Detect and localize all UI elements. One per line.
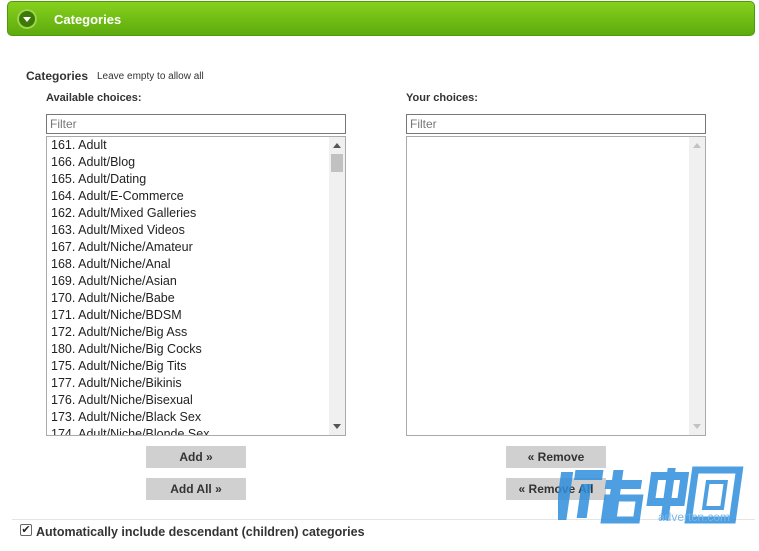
list-item[interactable]: 175. Adult/Niche/Big Tits xyxy=(47,358,345,375)
list-item[interactable]: 161. Adult xyxy=(47,137,345,154)
available-choices-label: Available choices: xyxy=(46,92,142,104)
list-item[interactable]: 174. Adult/Niche/Blonde Sex xyxy=(47,426,345,435)
scroll-up-arrow-icon[interactable] xyxy=(693,143,701,148)
remove-button[interactable]: « Remove xyxy=(506,446,606,468)
available-items-container: 161. Adult 166. Adult/Blog 165. Adult/Dati… xyxy=(47,137,345,435)
list-item[interactable]: 163. Adult/Mixed Videos xyxy=(47,222,345,239)
list-item[interactable]: 169. Adult/Niche/Asian xyxy=(47,273,345,290)
list-item[interactable]: 164. Adult/E-Commerce xyxy=(47,188,345,205)
list-item[interactable]: 173. Adult/Niche/Black Sex xyxy=(47,409,345,426)
field-help-text: Leave empty to allow all xyxy=(97,71,204,82)
list-item[interactable]: 170. Adult/Niche/Babe xyxy=(47,290,345,307)
available-filter-input[interactable] xyxy=(46,114,346,134)
add-all-button[interactable]: Add All » xyxy=(146,478,246,500)
scroll-down-arrow-icon[interactable] xyxy=(693,424,701,429)
include-descendants-checkbox[interactable]: ✔ xyxy=(20,524,32,536)
field-label: Categories xyxy=(26,69,89,83)
your-choices-label: Your choices: xyxy=(406,92,478,104)
include-descendants-label: Automatically include descendant (childr… xyxy=(36,525,365,539)
panel-title: Categories xyxy=(54,12,122,27)
list-item[interactable]: 166. Adult/Blog xyxy=(47,154,345,171)
chosen-filter-input[interactable] xyxy=(406,114,706,134)
list-item[interactable]: 162. Adult/Mixed Galleries xyxy=(47,205,345,222)
chevron-down-icon[interactable] xyxy=(17,9,37,29)
chosen-list-scrollbar[interactable] xyxy=(689,137,705,435)
available-list-scrollbar[interactable] xyxy=(329,137,345,435)
categories-panel-header[interactable]: Categories xyxy=(7,1,755,36)
scroll-down-arrow-icon[interactable] xyxy=(333,424,341,429)
list-item[interactable]: 168. Adult/Niche/Anal xyxy=(47,256,345,273)
your-choices-list[interactable] xyxy=(406,136,706,436)
add-button[interactable]: Add » xyxy=(146,446,246,468)
watermark-url: advertcn.com xyxy=(658,510,731,524)
list-item[interactable]: 171. Adult/Niche/BDSM xyxy=(47,307,345,324)
list-item[interactable]: 167. Adult/Niche/Amateur xyxy=(47,239,345,256)
scroll-up-arrow-icon[interactable] xyxy=(333,143,341,148)
list-item[interactable]: 165. Adult/Dating xyxy=(47,171,345,188)
list-item[interactable]: 180. Adult/Niche/Big Cocks xyxy=(47,341,345,358)
list-item[interactable]: 177. Adult/Niche/Bikinis xyxy=(47,375,345,392)
list-item[interactable]: 176. Adult/Niche/Bisexual xyxy=(47,392,345,409)
available-choices-list[interactable]: 161. Adult 166. Adult/Blog 165. Adult/Dati… xyxy=(46,136,346,436)
scroll-thumb[interactable] xyxy=(331,154,343,172)
list-item[interactable]: 172. Adult/Niche/Big Ass xyxy=(47,324,345,341)
